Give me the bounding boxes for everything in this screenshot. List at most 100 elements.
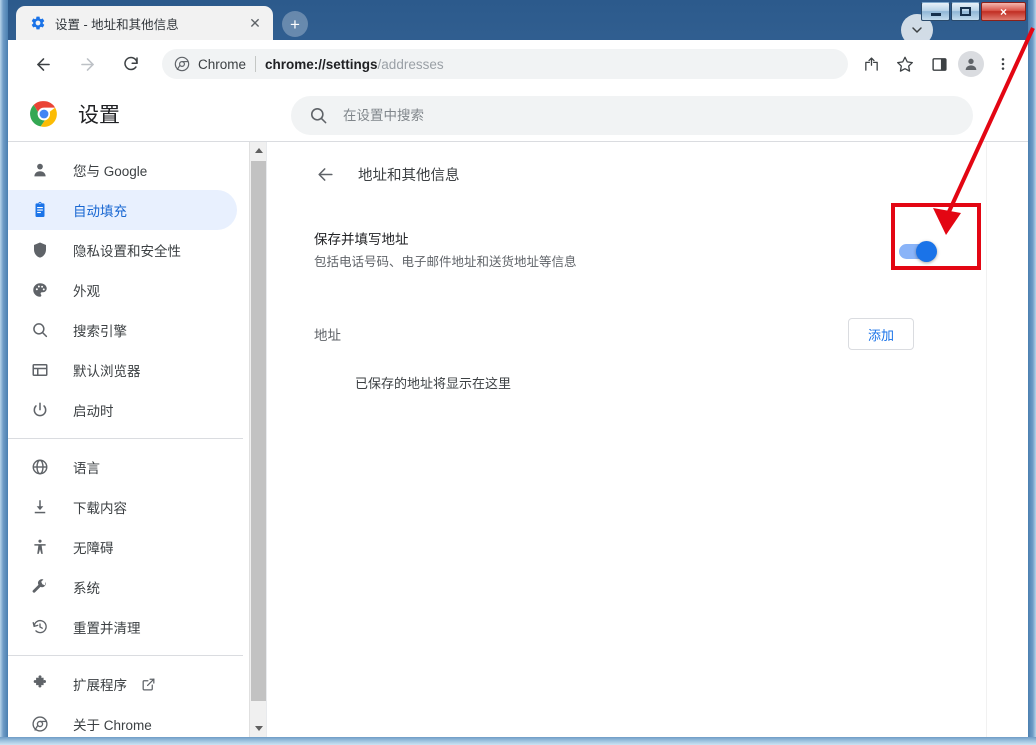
three-dot-menu-icon[interactable] (988, 49, 1018, 79)
add-address-button[interactable]: 添加 (848, 318, 914, 350)
sidebar-item-label: 关于 Chrome (73, 718, 152, 733)
sidebar-group-1: 您与 Google 自动填充 隐私设置和安全性 外观 搜索引擎 默认浏览器 启动… (8, 142, 243, 438)
search-icon (30, 320, 50, 340)
sidebar-item-about-chrome[interactable]: 关于 Chrome (8, 704, 237, 737)
address-bar[interactable]: Chrome chrome://settings/addresses (162, 49, 848, 79)
maximize-button[interactable] (951, 2, 980, 21)
window-frame-right (1028, 0, 1036, 745)
browser-window-icon (30, 360, 50, 380)
search-icon (309, 106, 329, 126)
puzzle-icon (30, 674, 50, 694)
new-tab-button[interactable]: + (282, 11, 308, 37)
sidebar-item-label: 您与 Google (73, 164, 148, 179)
search-input[interactable] (343, 96, 973, 135)
sidebar-item-label: 外观 (73, 284, 100, 299)
back-button[interactable] (28, 49, 58, 79)
power-icon (30, 400, 50, 420)
close-window-button[interactable]: × (981, 2, 1026, 21)
sidebar-item-label: 重置并清理 (73, 621, 141, 636)
content-page-title: 地址和其他信息 (358, 167, 460, 184)
sidebar-item-label: 扩展程序 (73, 678, 127, 693)
setting-subtitle: 包括电话号码、电子邮件地址和送货地址等信息 (314, 255, 577, 269)
accessibility-icon (30, 537, 50, 557)
setting-texts: 保存并填写地址 包括电话号码、电子邮件地址和送货地址等信息 (314, 230, 847, 272)
sidebar-item-label: 无障碍 (73, 541, 114, 556)
minimize-icon (930, 13, 941, 16)
omnibox-url-bold: chrome://settings (265, 56, 378, 72)
sidebar-item-privacy-security[interactable]: 隐私设置和安全性 (8, 230, 237, 270)
toolbar-right-actions (856, 49, 1018, 79)
sidebar-group-3: 扩展程序 关于 Chrome (8, 656, 243, 737)
scroll-down-button[interactable] (250, 720, 267, 737)
tab-close-button[interactable]: ✕ (245, 13, 265, 33)
history-restore-icon (30, 617, 50, 637)
sidebar-item-languages[interactable]: 语言 (8, 447, 237, 487)
star-icon[interactable] (890, 49, 920, 79)
sidebar-item-label: 默认浏览器 (73, 364, 141, 379)
settings-sidebar: 您与 Google 自动填充 隐私设置和安全性 外观 搜索引擎 默认浏览器 启动… (8, 142, 243, 737)
sidebar-item-system[interactable]: 系统 (8, 567, 237, 607)
external-link-icon (141, 677, 156, 692)
sidebar-item-label: 隐私设置和安全性 (73, 244, 181, 259)
settings-header: 设置 (8, 88, 1028, 141)
content-right-edge (986, 142, 987, 737)
annotation-highlight-rectangle (891, 203, 981, 270)
browser-window: × 设置 - 地址和其他信息 ✕ + Chrome chrome://setti… (0, 0, 1036, 745)
sidebar-item-default-browser[interactable]: 默认浏览器 (8, 350, 237, 390)
sidebar-item-accessibility[interactable]: 无障碍 (8, 527, 237, 567)
forward-button[interactable] (72, 49, 102, 79)
tab-strip: 设置 - 地址和其他信息 ✕ + (8, 0, 1028, 46)
tab-title: 设置 - 地址和其他信息 (55, 17, 179, 32)
scrollbar-thumb[interactable] (251, 161, 266, 701)
scroll-up-button[interactable] (250, 142, 267, 159)
chrome-shield-icon (174, 56, 190, 72)
clipboard-icon (30, 200, 50, 220)
globe-icon (30, 457, 50, 477)
sidebar-item-search-engine[interactable]: 搜索引擎 (8, 310, 237, 350)
sidebar-item-label: 下载内容 (73, 501, 127, 516)
sidebar-item-downloads[interactable]: 下载内容 (8, 487, 237, 527)
omnibox-url-rest: /addresses (377, 56, 444, 72)
wrench-icon (30, 577, 50, 597)
maximize-icon (960, 7, 971, 16)
sidebar-item-label: 系统 (73, 581, 100, 596)
person-icon (30, 160, 50, 180)
setting-title: 保存并填写地址 (314, 232, 409, 247)
content-header: 地址和其他信息 (289, 150, 987, 198)
window-frame-bottom (0, 737, 1036, 745)
sidebar-item-label: 自动填充 (73, 204, 127, 219)
back-arrow-icon[interactable] (314, 163, 336, 185)
chrome-logo (30, 100, 58, 128)
chrome-outline-icon (30, 714, 50, 734)
profile-avatar-icon[interactable] (958, 51, 984, 77)
page-title: 设置 (78, 104, 120, 127)
share-icon[interactable] (856, 49, 886, 79)
shield-icon (30, 240, 50, 260)
scroll-down-arrow-icon (254, 726, 263, 731)
sidebar-item-appearance[interactable]: 外观 (8, 270, 237, 310)
sidebar-group-2: 语言 下载内容 无障碍 系统 重置并清理 (8, 439, 243, 655)
minimize-button[interactable] (921, 2, 950, 21)
reload-button[interactable] (116, 49, 146, 79)
download-icon (30, 497, 50, 517)
sidebar-item-on-startup[interactable]: 启动时 (8, 390, 237, 430)
gear-icon (30, 15, 46, 31)
sidebar-item-extensions[interactable]: 扩展程序 (8, 664, 237, 704)
omnibox-url: chrome://settings/addresses (265, 57, 444, 72)
sidebar-scrollbar[interactable] (249, 142, 267, 737)
settings-search-box[interactable] (291, 96, 973, 135)
sidebar-item-label: 搜索引擎 (73, 324, 127, 339)
addresses-section-header: 地址 添加 (289, 314, 987, 354)
sidebar-item-label: 启动时 (73, 404, 114, 419)
sidebar-item-reset-cleanup[interactable]: 重置并清理 (8, 607, 237, 647)
side-panel-icon[interactable] (924, 49, 954, 79)
omnibox-scheme-label: Chrome (198, 56, 247, 72)
sidebar-item-you-and-google[interactable]: 您与 Google (8, 150, 237, 190)
sidebar-item-autofill[interactable]: 自动填充 (8, 190, 237, 230)
browser-toolbar: Chrome chrome://settings/addresses (8, 40, 1028, 88)
content-card: 地址和其他信息 保存并填写地址 包括电话号码、电子邮件地址和送货地址等信息 地址 (289, 142, 987, 737)
window-frame-left (0, 0, 8, 745)
browser-tab[interactable]: 设置 - 地址和其他信息 ✕ (16, 6, 273, 40)
addresses-section-label: 地址 (314, 328, 341, 343)
save-fill-addresses-row[interactable]: 保存并填写地址 包括电话号码、电子邮件地址和送货地址等信息 (289, 216, 987, 286)
